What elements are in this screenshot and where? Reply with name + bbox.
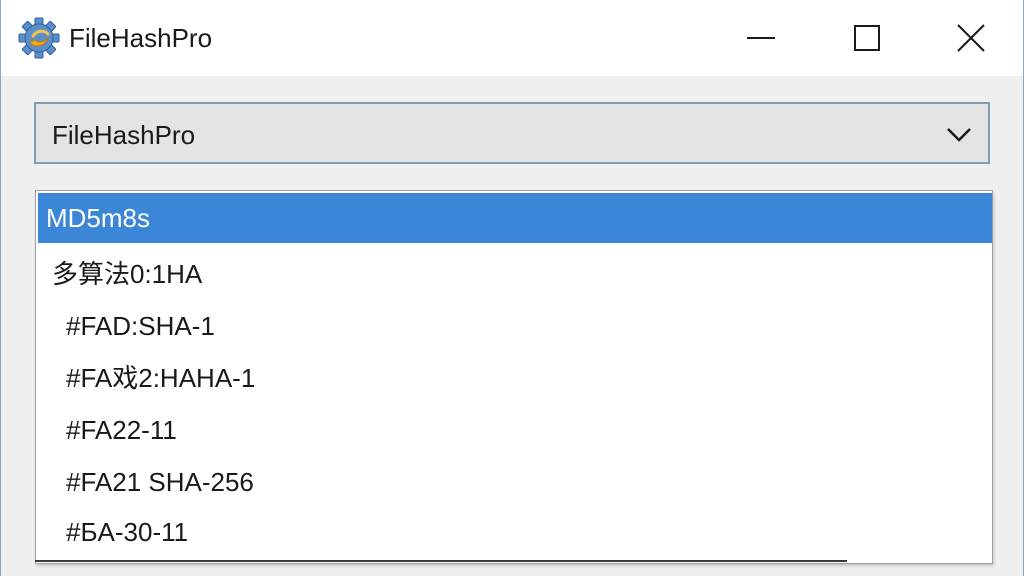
maximize-icon: [854, 25, 880, 51]
list-item-sha256[interactable]: #FA21 SHA-256: [38, 457, 992, 507]
list-bottom-divider: [35, 560, 847, 562]
close-button[interactable]: [921, 0, 1021, 76]
list-item-haha1[interactable]: #FA戏2:HAHA-1: [38, 353, 992, 403]
app-select-dropdown[interactable]: FileHashPro: [34, 102, 990, 164]
minimize-button[interactable]: [711, 0, 811, 76]
list-item-label: #FA戏2:HAHA-1: [66, 363, 256, 393]
app-gear-icon: [18, 17, 60, 59]
list-item-fa22-11[interactable]: #FA22-11: [38, 405, 992, 455]
title-bar[interactable]: FileHashPro: [1, 0, 1023, 76]
list-item-label: 多算法0:1HA: [52, 259, 203, 289]
list-item-sha1[interactable]: #FAD:SHA-1: [38, 301, 992, 351]
minimize-icon: [747, 37, 775, 39]
list-item-label: MD5m8s: [46, 203, 151, 233]
chevron-down-icon[interactable]: [944, 120, 974, 148]
list-item-md5[interactable]: MD5m8s: [38, 193, 992, 243]
close-icon: [957, 24, 985, 52]
list-item-label: #БA-30-11: [66, 517, 189, 547]
algorithm-listbox[interactable]: MD5m8s 多算法0:1HA #FAD:SHA-1 #FA戏2:HAHA-1 …: [35, 190, 993, 564]
app-window: FileHashPro FileHashPro MD5m8s 多算法0:1HA …: [0, 0, 1024, 576]
list-item-multi-algorithm[interactable]: 多算法0:1HA: [38, 249, 992, 299]
list-item-ba30-11[interactable]: #БA-30-11: [38, 507, 992, 557]
list-item-label: #FA22-11: [66, 415, 177, 445]
maximize-button[interactable]: [817, 0, 917, 76]
list-item-label: #FAD:SHA-1: [66, 311, 215, 341]
dropdown-selected-value: FileHashPro: [52, 120, 196, 150]
list-item-label: #FA21 SHA-256: [66, 467, 254, 497]
window-title: FileHashPro: [69, 23, 213, 53]
